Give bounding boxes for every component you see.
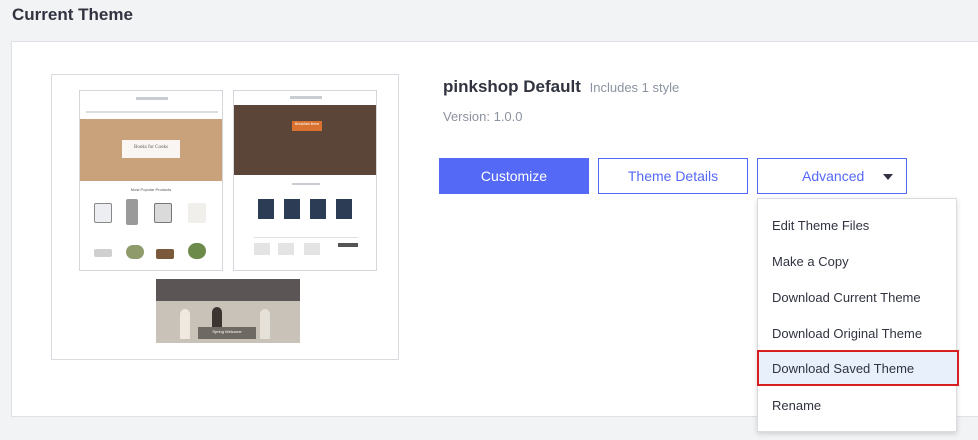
thumb-product [126,199,138,225]
thumb-product [188,203,206,223]
thumb-product [126,245,144,259]
theme-details-button[interactable]: Theme Details [598,158,748,194]
thumb-heading [292,183,320,185]
thumb-footer [278,243,294,255]
thumb-nav [86,111,218,113]
theme-name: pinkshop Default [443,77,581,96]
thumb-product [156,249,174,259]
thumb-logo [136,97,168,100]
advanced-label: Advanced [802,168,865,184]
menu-item-rename[interactable]: Rename [758,387,956,423]
theme-preview: Books for Cooks Most Popular Products Br… [51,74,399,360]
thumb-footer [338,243,358,247]
thumb-footer [304,243,320,255]
thumb-product [284,199,300,219]
thumb-figure [180,309,190,339]
thumb-product [310,199,326,219]
thumb-product [154,203,172,223]
thumb-product [94,249,112,257]
thumb-divider [254,237,358,238]
thumb-banner-label: Spring Welcome [212,329,242,334]
theme-title: pinkshop Default Includes 1 style [443,77,679,97]
thumb-figure [260,309,270,339]
advanced-menu: Edit Theme Files Make a Copy Download Cu… [757,198,959,432]
thumb-heading: Most Popular Products [130,187,172,192]
thumb-hero-label: Breakfast Items [294,122,320,126]
theme-styles-note: Includes 1 style [589,80,680,95]
thumb-product [336,199,352,219]
thumb-header [156,279,300,301]
thumb-product [258,199,274,219]
thumb-logo [290,96,322,99]
preview-thumbnail-mobile: Spring Welcome [156,279,300,343]
thumb-product [188,243,206,259]
preview-thumbnail-desktop: Books for Cooks Most Popular Products [79,90,223,271]
caret-down-icon [883,174,893,180]
menu-item-download-saved-theme[interactable]: Download Saved Theme [757,350,959,386]
thumb-hero [234,105,376,175]
thumb-footer [254,243,270,255]
advanced-dropdown-button[interactable]: Advanced [757,158,907,194]
theme-version: Version: 1.0.0 [443,109,523,124]
menu-item-download-original-theme[interactable]: Download Original Theme [758,315,956,351]
menu-item-edit-theme-files[interactable]: Edit Theme Files [758,207,956,243]
preview-thumbnail-shop: Breakfast Items [233,90,377,271]
thumb-hero-caption: Books for Cooks [122,140,180,158]
section-title: Current Theme [12,5,133,24]
customize-button[interactable]: Customize [439,158,589,194]
menu-item-make-a-copy[interactable]: Make a Copy [758,243,956,279]
menu-item-download-current-theme[interactable]: Download Current Theme [758,279,956,315]
thumb-product [94,203,112,223]
